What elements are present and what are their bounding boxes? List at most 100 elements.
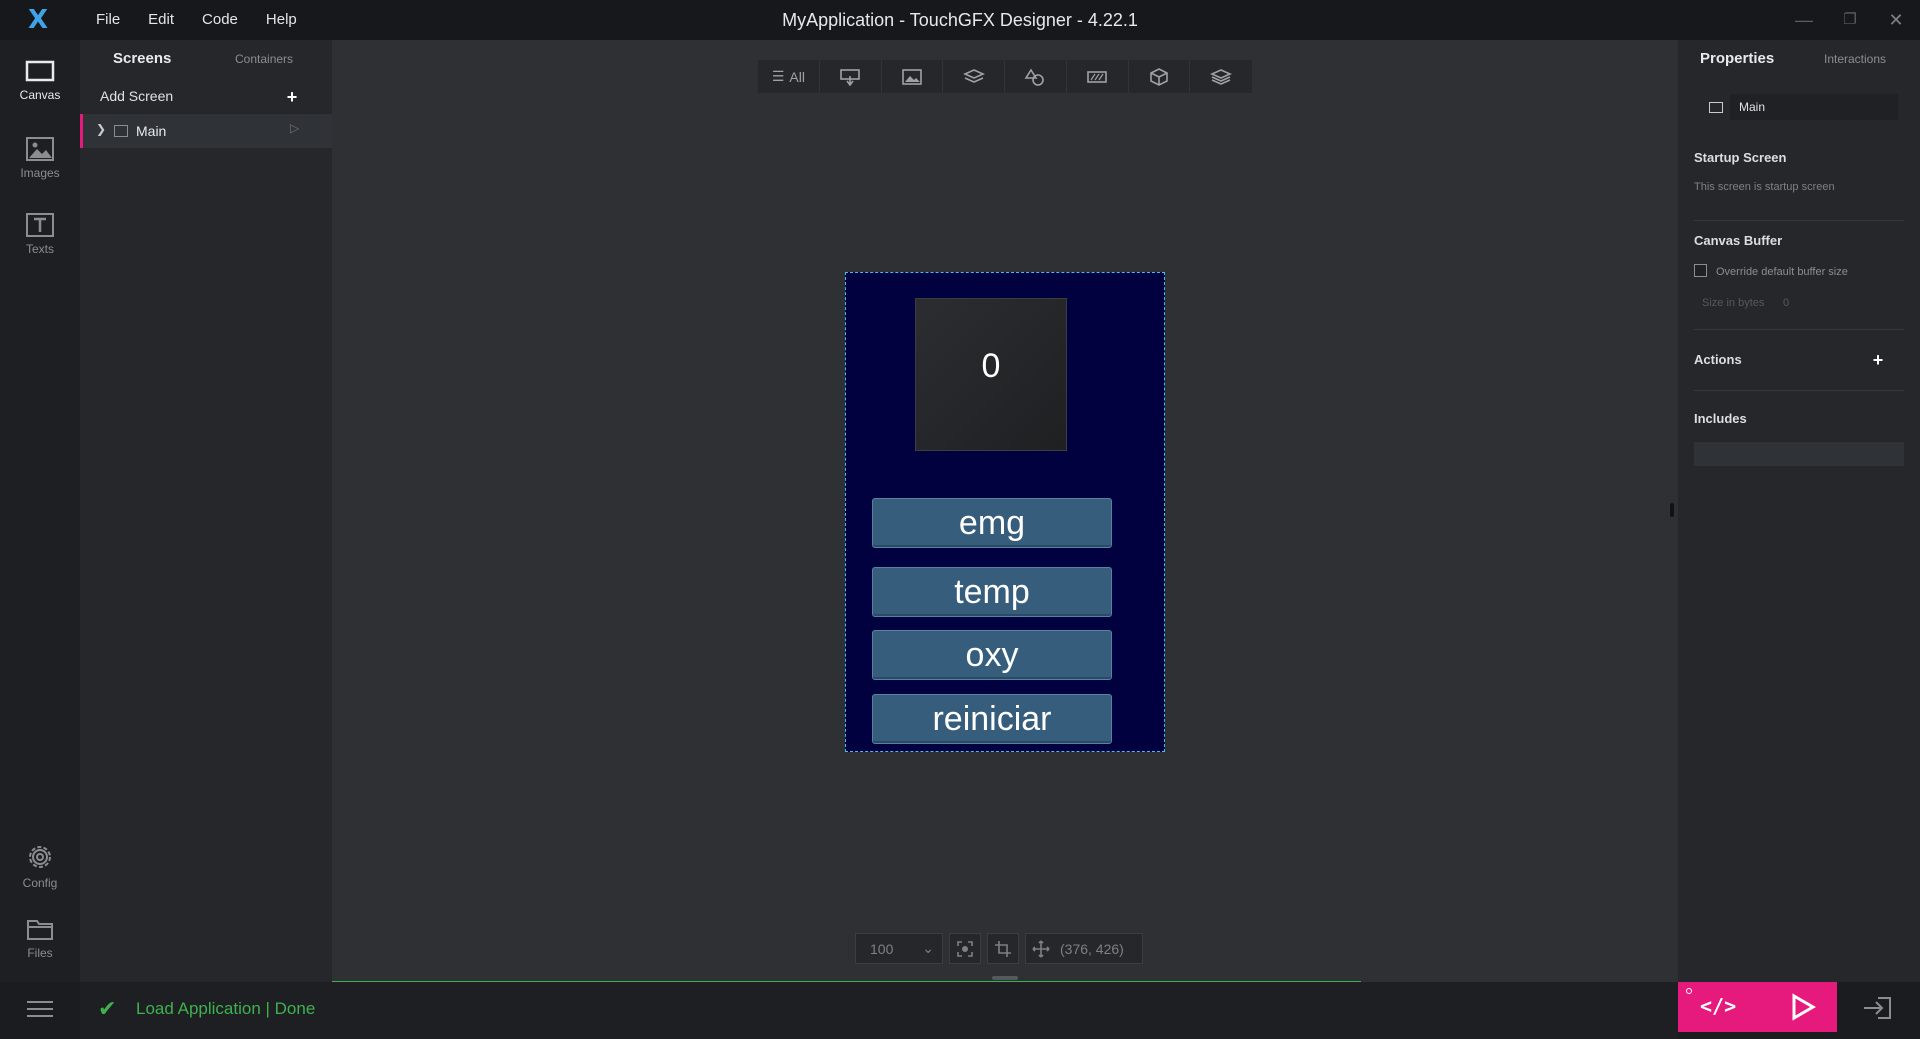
status-message: Load Application | Done (136, 999, 316, 1018)
nav-images[interactable]: Images (0, 128, 80, 200)
canvas-icon (25, 60, 55, 82)
title-bar: X File Edit Code Help MyApplication - To… (0, 0, 1920, 40)
interaction-icon (840, 68, 860, 86)
screens-tabs: Screens Containers (80, 40, 332, 80)
vertical-scroll-handle[interactable] (1670, 503, 1674, 517)
move-icon (1032, 939, 1050, 958)
generate-code-button[interactable]: </> (1700, 994, 1736, 1018)
list-icon: ☰ (771, 68, 785, 84)
override-buffer-label: Override default buffer size (1716, 266, 1848, 278)
menu-bar: File Edit Code Help (82, 0, 311, 40)
minimize-button[interactable]: — (1784, 0, 1824, 40)
touchgfx-logo-icon[interactable]: X (28, 6, 54, 34)
startup-screen-text: This screen is startup screen (1694, 181, 1835, 193)
add-screen-row: Add Screen + (80, 80, 332, 114)
tab-containers[interactable]: Containers (235, 52, 293, 66)
filter-all-button[interactable]: ☰ All (758, 60, 820, 93)
includes-heading: Includes (1694, 411, 1747, 426)
image-widget-icon (902, 68, 922, 85)
coords-value: (376, 426) (1060, 940, 1124, 957)
emg-button[interactable]: emg (872, 498, 1112, 548)
maximize-button[interactable]: ❐ (1830, 0, 1870, 40)
3d-icon (1150, 67, 1168, 86)
crop-button[interactable] (987, 933, 1019, 964)
display-value: 0 (981, 347, 1001, 385)
size-in-bytes-label: Size in bytes (1702, 297, 1765, 309)
actions-heading: Actions (1694, 352, 1742, 367)
folder-icon (27, 920, 53, 940)
includes-field[interactable] (1694, 442, 1904, 466)
screen-icon (114, 125, 128, 137)
screen-name-row: Main (1694, 94, 1904, 120)
reiniciar-button[interactable]: reiniciar (872, 694, 1112, 744)
status-bar: ✔ Load Application | Done </> (0, 982, 1920, 1039)
focus-icon (957, 940, 973, 957)
zoom-bar: 100 ⌄ (376, 426) (855, 933, 1143, 964)
tab-properties[interactable]: Properties (1700, 50, 1774, 67)
close-button[interactable]: ✕ (1876, 0, 1916, 40)
override-buffer-checkbox[interactable] (1694, 264, 1707, 277)
divider (1694, 390, 1904, 391)
fit-screen-button[interactable] (949, 933, 981, 964)
screens-panel: Screens Containers Add Screen + ❯ Main ▷ (80, 40, 332, 982)
keyboard-icon (1087, 70, 1107, 83)
canvas-area[interactable]: ☰ All 0 emg temp oxy reiniciar 100 ⌄ (37… (332, 40, 1678, 983)
tab-interactions[interactable]: Interactions (1824, 52, 1886, 66)
filter-container-button[interactable] (943, 60, 1005, 93)
oxy-button[interactable]: oxy (872, 630, 1112, 680)
expand-chevron-icon[interactable]: ❯ (96, 122, 106, 136)
filter-all-label: All (789, 68, 805, 85)
cursor-coordinates: (376, 426) (1025, 933, 1143, 964)
screen-item-main[interactable]: ❯ Main ▷ (80, 114, 332, 148)
value-display[interactable]: 0 (915, 298, 1067, 451)
status-dot-icon (1686, 988, 1692, 994)
filter-interaction-button[interactable] (820, 60, 882, 93)
divider (1694, 220, 1904, 221)
filter-image-button[interactable] (882, 60, 944, 93)
shape-icon (1024, 67, 1045, 86)
nav-texts[interactable]: Texts (0, 204, 80, 276)
add-screen-button[interactable]: + (280, 85, 304, 109)
canvas-buffer-heading: Canvas Buffer (1694, 233, 1783, 248)
temp-button[interactable]: temp (872, 567, 1112, 617)
size-in-bytes-value: 0 (1783, 297, 1790, 309)
screen-icon (1709, 102, 1723, 113)
menu-file[interactable]: File (82, 0, 134, 40)
menu-help[interactable]: Help (252, 0, 311, 40)
nav-files[interactable]: Files (0, 908, 80, 980)
nav-images-label: Images (20, 166, 60, 180)
generate-run-panel: </> (1678, 982, 1837, 1032)
run-simulator-button[interactable] (1789, 992, 1817, 1022)
add-action-button[interactable]: + (1866, 348, 1890, 372)
menu-code[interactable]: Code (188, 0, 252, 40)
filter-layers-button[interactable] (1190, 60, 1252, 93)
filter-3d-button[interactable] (1129, 60, 1191, 93)
widget-toolbar: ☰ All (758, 60, 1252, 93)
check-icon: ✔ (98, 996, 117, 1021)
crop-icon (995, 940, 1011, 957)
chevron-down-icon: ⌄ (922, 940, 934, 956)
horizontal-scroll-handle[interactable] (992, 976, 1018, 980)
filter-shape-button[interactable] (1005, 60, 1067, 93)
zoom-select[interactable]: 100 ⌄ (855, 933, 943, 964)
container-icon (962, 68, 985, 83)
filter-keyboard-button[interactable] (1067, 60, 1129, 93)
image-icon (26, 137, 54, 161)
nav-canvas[interactable]: Canvas (0, 52, 80, 124)
hamburger-menu-icon[interactable] (27, 1001, 53, 1019)
left-navigation: Canvas Images Texts Config Files (0, 40, 80, 982)
nav-config-label: Config (22, 876, 58, 890)
tab-screens[interactable]: Screens (113, 50, 171, 67)
zoom-value: 100 (870, 940, 894, 957)
device-screen[interactable]: 0 emg temp oxy reiniciar (845, 272, 1165, 752)
screen-name: Main (136, 123, 167, 139)
status-area: ✔ Load Application | Done (80, 982, 1678, 1039)
start-screen-icon[interactable]: ▷ (290, 121, 299, 135)
nav-canvas-label: Canvas (19, 88, 61, 102)
screen-name-field[interactable]: Main (1730, 94, 1898, 120)
nav-config[interactable]: Config (0, 834, 80, 906)
gear-icon (29, 846, 51, 868)
exit-icon[interactable] (1860, 994, 1894, 1022)
divider (1694, 329, 1904, 330)
menu-edit[interactable]: Edit (134, 0, 188, 40)
